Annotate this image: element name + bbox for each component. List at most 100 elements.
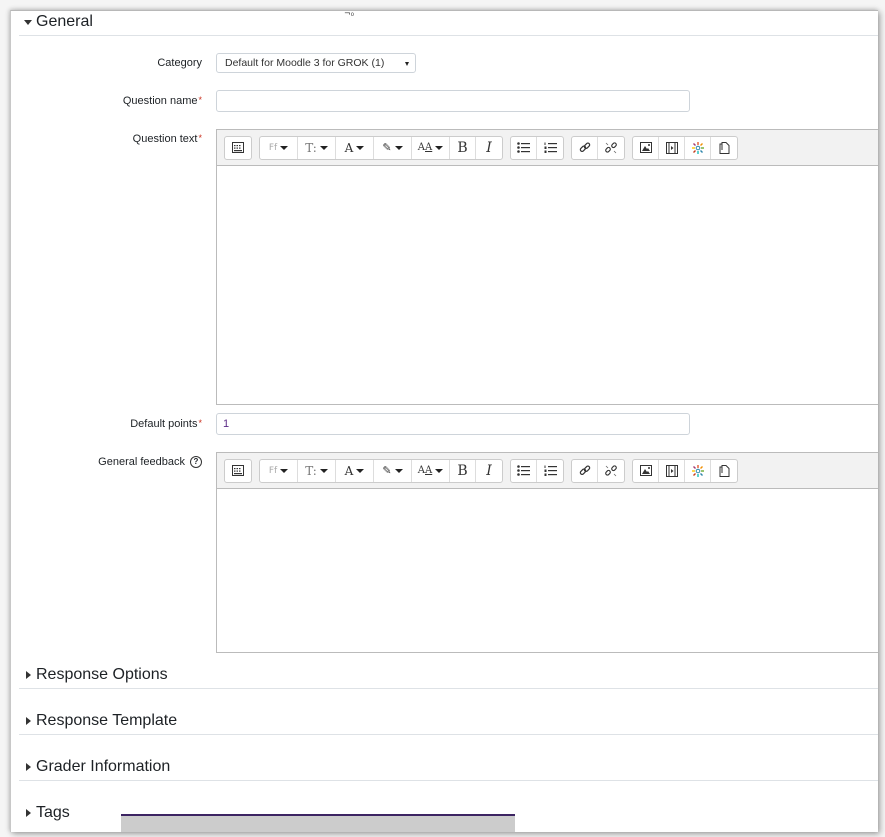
question-text-label-text: Question text — [132, 133, 198, 145]
image-icon — [639, 142, 652, 153]
font-family-icon: Ff — [268, 465, 278, 476]
font-color-button[interactable]: A — [336, 459, 374, 482]
caret-right-icon — [21, 671, 35, 679]
h5p-icon — [691, 464, 704, 477]
dropdown-arrow-icon — [405, 62, 409, 66]
font-size-icon: T: — [305, 463, 317, 478]
toolbar-group — [632, 135, 738, 160]
section-response-options-header[interactable]: Response Options — [19, 662, 878, 689]
image-button[interactable] — [633, 459, 659, 482]
toolbar-group — [510, 458, 564, 483]
unordered-list-button[interactable] — [511, 459, 537, 482]
italic-icon: I — [486, 462, 492, 479]
required-icon: * — [198, 418, 202, 428]
sticky-footer-bar — [121, 814, 515, 832]
bold-icon: B — [457, 462, 468, 479]
default-points-input[interactable]: 1 — [216, 413, 690, 435]
default-points-label: Default points* — [130, 418, 202, 430]
keyboard-icon — [232, 465, 244, 476]
bullet-list-icon — [517, 142, 530, 153]
section-response-template-header[interactable]: Response Template — [19, 708, 878, 735]
dropdown-arrow-icon — [435, 468, 444, 473]
manage-files-button[interactable] — [711, 460, 737, 482]
link-icon — [579, 141, 590, 152]
font-color-button[interactable]: A — [336, 136, 374, 159]
caret-right-icon — [21, 763, 35, 771]
general-feedback-label-text: General feedback — [98, 456, 185, 468]
dropdown-arrow-icon — [319, 468, 328, 473]
required-icon: * — [198, 133, 202, 143]
link-icon — [579, 464, 590, 475]
general-feedback-editor: Ff T: A ✎ AA B I — [216, 452, 878, 653]
question-edit-form: ¬₀ General Category Default for Moodle 3… — [10, 10, 878, 832]
category-select-value: Default for Moodle 3 for GROK (1) — [225, 57, 385, 69]
h5p-button[interactable] — [685, 136, 711, 159]
category-select[interactable]: Default for Moodle 3 for GROK (1) — [216, 53, 416, 73]
general-feedback-label: General feedback? — [98, 456, 202, 469]
italic-button[interactable]: I — [476, 137, 502, 159]
unlink-button[interactable] — [598, 460, 624, 482]
help-icon[interactable]: ? — [190, 456, 202, 469]
styles-icon: AA — [417, 142, 433, 153]
unlink-button[interactable] — [598, 137, 624, 159]
h5p-button[interactable] — [685, 459, 711, 482]
default-points-value: 1 — [223, 418, 230, 430]
dropdown-arrow-icon — [356, 468, 365, 473]
bold-button[interactable]: B — [450, 459, 476, 482]
font-family-button[interactable]: Ff — [260, 136, 298, 159]
bullet-list-icon — [517, 465, 530, 476]
media-button[interactable] — [659, 136, 685, 159]
section-general-header[interactable]: General — [19, 11, 878, 36]
styles-button[interactable]: AA — [412, 136, 450, 159]
section-grader-information-header[interactable]: Grader Information — [19, 754, 878, 781]
files-icon — [719, 464, 729, 477]
unlink-icon — [605, 141, 617, 153]
editor-toolbar: Ff T: A ✎ AA B I — [217, 130, 878, 166]
font-family-button[interactable]: Ff — [260, 459, 298, 482]
link-button[interactable] — [572, 136, 598, 159]
keyboard-icon — [232, 142, 244, 153]
styles-button[interactable]: AA — [412, 459, 450, 482]
video-icon — [665, 464, 678, 477]
image-button[interactable] — [633, 136, 659, 159]
question-text-label: Question text* — [133, 133, 202, 145]
ordered-list-button[interactable] — [537, 460, 563, 482]
bold-button[interactable]: B — [450, 136, 476, 159]
dropdown-arrow-icon — [280, 468, 289, 473]
default-points-label-text: Default points — [130, 418, 198, 430]
question-text-content[interactable] — [217, 166, 878, 404]
caret-right-icon — [21, 809, 35, 817]
font-size-button[interactable]: T: — [298, 136, 336, 159]
ordered-list-button[interactable] — [537, 137, 563, 159]
question-name-label: Question name* — [123, 95, 202, 107]
dropdown-arrow-icon — [435, 145, 444, 150]
dropdown-arrow-icon — [394, 145, 403, 150]
toolbar-toggle-button[interactable] — [225, 460, 251, 482]
question-text-editor: Ff T: A ✎ AA B I — [216, 129, 878, 405]
toolbar-group — [224, 458, 252, 483]
font-size-icon: T: — [305, 140, 317, 155]
caret-down-icon — [21, 19, 35, 25]
manage-files-button[interactable] — [711, 137, 737, 159]
dropdown-arrow-icon — [356, 145, 365, 150]
files-icon — [719, 141, 729, 154]
h5p-icon — [691, 141, 704, 154]
category-label: Category — [157, 57, 202, 69]
section-title: Response Options — [36, 666, 168, 683]
font-color-icon: A — [344, 140, 354, 155]
numbered-list-icon — [544, 142, 557, 153]
media-button[interactable] — [659, 459, 685, 482]
question-name-input[interactable] — [216, 90, 690, 112]
italic-button[interactable]: I — [476, 460, 502, 482]
background-color-button[interactable]: ✎ — [374, 459, 412, 482]
required-icon: * — [198, 95, 202, 105]
section-title: Tags — [36, 804, 70, 821]
toolbar-toggle-button[interactable] — [225, 137, 251, 159]
link-button[interactable] — [572, 459, 598, 482]
toolbar-group — [632, 458, 738, 483]
background-color-button[interactable]: ✎ — [374, 136, 412, 159]
unordered-list-button[interactable] — [511, 136, 537, 159]
font-size-button[interactable]: T: — [298, 459, 336, 482]
toolbar-group — [571, 135, 625, 160]
general-feedback-content[interactable] — [217, 489, 878, 652]
